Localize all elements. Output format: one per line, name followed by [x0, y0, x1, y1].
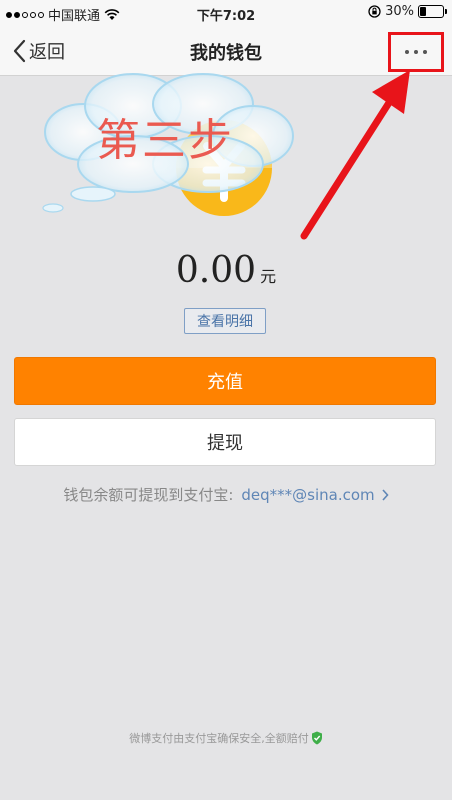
more-dot-icon [423, 50, 427, 54]
security-footer-text: 微博支付由支付宝确保安全,全额赔付 [129, 732, 309, 745]
security-footer: 微博支付由支付宝确保安全,全额赔付 [0, 730, 452, 746]
balance-unit: 元 [260, 267, 277, 286]
rotation-lock-icon [368, 5, 381, 18]
battery-percent: 30% [385, 4, 414, 19]
view-details-button[interactable]: 查看明细 [184, 308, 266, 334]
balance-display: 0.00 元 [0, 250, 452, 291]
alipay-withdraw-link[interactable]: 钱包余额可提现到支付宝: deq***@sina.com [0, 484, 452, 505]
shield-check-icon [311, 731, 322, 745]
battery-fill [420, 7, 427, 16]
red-arrow-icon [300, 70, 410, 240]
recharge-button[interactable]: 充值 [14, 357, 436, 405]
balance-amount: 0.00 [175, 250, 257, 291]
status-bar: 中国联通 下午7:02 30% [0, 0, 452, 26]
more-dot-icon [405, 50, 409, 54]
chevron-right-icon [382, 489, 389, 501]
more-dot-icon [414, 50, 418, 54]
withdraw-info-text: 钱包余额可提现到支付宝: [63, 486, 234, 504]
battery-icon [418, 5, 447, 18]
step-annotation-label: 第三步 [96, 115, 234, 166]
status-right: 30% [368, 4, 447, 19]
alipay-account-email: deq***@sina.com [241, 486, 375, 504]
withdraw-button[interactable]: 提现 [14, 418, 436, 466]
